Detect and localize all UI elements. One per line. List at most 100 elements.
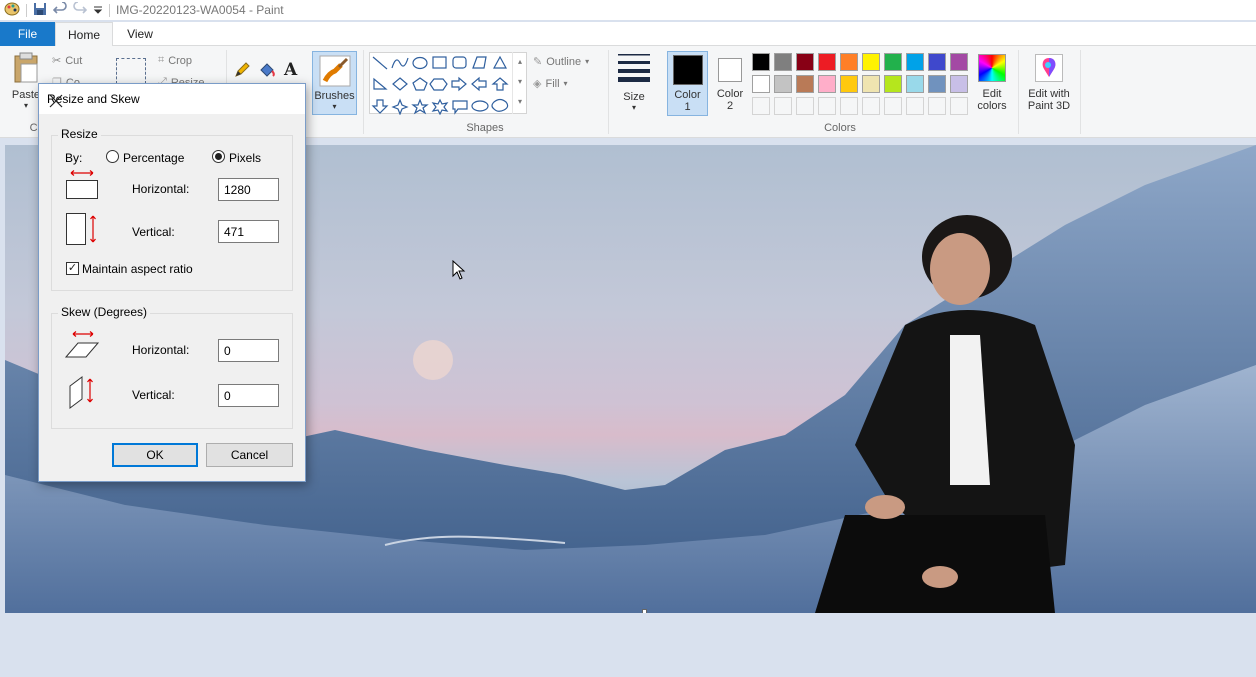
crop-label: Crop [168,54,193,67]
outline-label: Outline [546,55,582,68]
tab-view[interactable]: View [116,22,164,46]
palette-swatch[interactable] [950,53,968,71]
palette-swatch[interactable] [906,97,924,115]
outline-button[interactable]: ✎ Outline ▾ [533,55,590,69]
chevron-down-icon: ▾ [332,102,337,111]
pixels-radio[interactable] [212,150,225,163]
toolbar-separator [26,3,27,17]
chevron-down-icon: ▾ [585,57,590,66]
palette-swatch[interactable] [928,53,946,71]
resize-horizontal-icon [65,170,99,203]
close-icon[interactable] [47,92,65,110]
dialog-title-bar: Resize and Skew [39,84,305,114]
palette-swatch[interactable] [774,75,792,93]
select-button[interactable] [116,58,146,84]
group-separator [1080,50,1081,134]
group-separator [608,50,609,134]
skew-horizontal-input[interactable] [218,339,279,362]
palette-swatch[interactable] [774,53,792,71]
palette-swatch[interactable] [818,97,836,115]
resize-skew-dialog: Resize and Skew Resize By: Percentage Pi… [38,83,306,482]
cut-button[interactable]: ✂ Cut [52,54,82,68]
skew-vertical-input[interactable] [218,384,279,407]
fill-icon: ◈ [533,78,542,90]
title-bar: IMG-20220123-WA0054 - Paint [0,0,1256,20]
palette-swatch[interactable] [862,75,880,93]
redo-icon[interactable] [73,0,88,19]
palette-swatch[interactable] [840,97,858,115]
crop-icon: ⌗ [158,54,165,66]
palette-swatch[interactable] [862,97,880,115]
palette-swatch[interactable] [950,75,968,93]
fill-label: Fill [545,77,560,90]
palette-swatch[interactable] [840,53,858,71]
paint-app-icon[interactable] [4,2,20,19]
palette-swatch[interactable] [840,75,858,93]
color2-button[interactable]: Color 2 [710,51,750,116]
skew-vertical-icon [69,374,99,413]
save-icon[interactable] [33,2,47,19]
edit-colors-button[interactable]: Edit colors [972,54,1012,112]
color1-number: 1 [684,101,691,113]
ok-button[interactable]: OK [112,443,198,467]
line-size-icon [618,52,650,85]
fill-button[interactable]: ◈ Fill ▾ [533,77,568,91]
paint3d-label: Edit with [1028,88,1070,100]
palette-swatch[interactable] [752,97,770,115]
pencil-icon[interactable] [234,62,250,81]
edit-with-paint3d-button[interactable]: Edit with Paint 3D [1023,54,1075,112]
skew-horizontal-icon [64,331,100,362]
palette-swatch[interactable] [796,97,814,115]
resize-vertical-icon [66,212,100,249]
palette-swatch[interactable] [928,75,946,93]
crop-button[interactable]: ⌗ Crop [158,54,192,67]
percentage-radio[interactable] [106,150,119,163]
chevron-down-icon: ▾ [631,103,636,112]
undo-icon[interactable] [52,0,67,19]
palette-swatch[interactable] [752,75,770,93]
tab-file[interactable]: File [0,22,55,46]
fill-bucket-icon[interactable] [258,62,276,81]
resize-horizontal-input[interactable] [218,178,279,201]
color1-swatch [672,55,703,85]
size-button[interactable]: Size ▾ [614,52,654,112]
palette-swatch[interactable] [884,75,902,93]
customize-toolbar-icon[interactable] [93,3,103,17]
skew-legend: Skew (Degrees) [58,305,151,319]
pixels-label[interactable]: Pixels [229,151,261,165]
skew-vertical-label: Vertical: [132,388,175,402]
palette-swatch[interactable] [774,97,792,115]
group-separator [1018,50,1019,134]
paint3d-label-2: Paint 3D [1027,100,1071,112]
palette-swatch[interactable] [884,53,902,71]
tab-home[interactable]: Home [55,22,113,47]
palette-swatch[interactable] [796,53,814,71]
palette-swatch[interactable] [818,75,836,93]
text-tool-icon[interactable]: A [284,60,297,80]
group-separator [363,50,364,134]
palette-swatch[interactable] [906,53,924,71]
palette-swatch[interactable] [950,97,968,115]
brushes-button[interactable]: Brushes ▾ [312,51,357,115]
edit-colors-label-2: colors [977,100,1007,112]
palette-swatch[interactable] [796,75,814,93]
resize-vertical-input[interactable] [218,220,279,243]
shapes-scrollbar[interactable]: ▴ ▾ ▾ [512,52,527,114]
toolbar-separator [109,3,110,17]
palette-swatch[interactable] [862,53,880,71]
cancel-button[interactable]: Cancel [206,443,293,467]
maintain-aspect-label[interactable]: Maintain aspect ratio [82,262,193,276]
resize-vertical-label: Vertical: [132,225,175,239]
resize-handle[interactable] [642,609,647,613]
palette-swatch[interactable] [752,53,770,71]
percentage-label[interactable]: Percentage [123,151,184,165]
palette-swatch[interactable] [884,97,902,115]
color1-button[interactable]: Color 1 [667,51,708,116]
palette-swatch[interactable] [818,53,836,71]
palette-swatch[interactable] [906,75,924,93]
palette-swatch[interactable] [928,97,946,115]
shapes-gallery[interactable] [369,52,527,116]
maintain-aspect-checkbox[interactable]: ✓ [66,262,79,275]
quick-access-toolbar [0,0,110,20]
paste-icon [12,52,40,87]
